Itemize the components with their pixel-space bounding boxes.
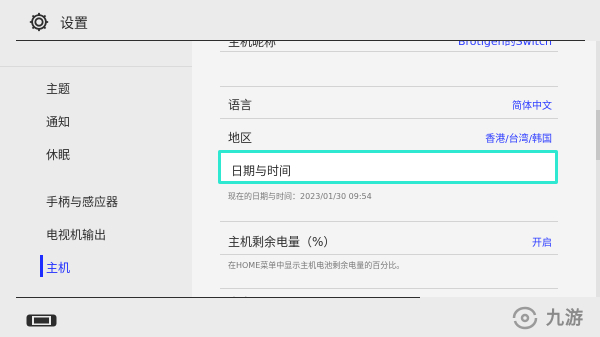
footer-bar: 九游 [0, 297, 600, 337]
nickname-label[interactable]: 主机昵称 [228, 41, 276, 50]
gear-icon [29, 12, 49, 32]
row-divider [220, 86, 558, 87]
main-panel: 主机昵称 Brotigen的Switch 语言 简体中文 地区 香港/台湾/韩国… [192, 41, 600, 297]
date-time-row[interactable]: 日期与时间 [218, 150, 558, 184]
row-divider [220, 254, 558, 255]
sidebar-item-amiibo[interactable]: amiibo [46, 41, 87, 43]
battery-percent-description: 在HOME菜单中显示主机电池剩余电量的百分比。 [228, 261, 405, 270]
sidebar-item-system[interactable]: 主机 [46, 259, 70, 276]
sidebar-item-controllers[interactable]: 手柄与感应器 [46, 193, 118, 210]
scrollbar[interactable] [596, 41, 600, 297]
row-divider [220, 288, 558, 289]
scrollbar-thumb[interactable] [596, 110, 600, 160]
date-time-description: 现在的日期与时间：2023/01/30 09:54 [228, 192, 372, 201]
switch-console-icon [26, 314, 57, 327]
battery-percent-label[interactable]: 主机剩余电量（%） [228, 233, 335, 250]
sidebar-item-sleep[interactable]: 休眠 [46, 146, 70, 163]
sidebar-item-notifications[interactable]: 通知 [46, 113, 70, 130]
region-value: 香港/台湾/韩国 [485, 134, 552, 145]
row-divider [220, 221, 558, 222]
date-time-label: 日期与时间 [231, 164, 292, 178]
sidebar-divider [0, 66, 192, 67]
sidebar: amiibo 主题 通知 休眠 手柄与感应器 电视机输出 主机 [0, 41, 192, 297]
row-divider [220, 118, 558, 119]
language-value: 简体中文 [512, 101, 552, 112]
nickname-value: Brotigen的Switch [457, 41, 552, 48]
row-divider [220, 51, 558, 52]
language-label[interactable]: 语言 [228, 96, 252, 113]
watermark-text: 九游 [546, 308, 584, 329]
page-title: 设置 [60, 16, 88, 32]
sidebar-item-theme[interactable]: 主题 [46, 80, 70, 97]
selection-indicator [40, 255, 43, 277]
battery-percent-value: 开启 [532, 238, 552, 249]
region-label[interactable]: 地区 [228, 129, 252, 146]
footer-divider [16, 297, 420, 298]
sidebar-item-tv-output[interactable]: 电视机输出 [46, 226, 106, 243]
header-bar: 设置 [0, 0, 600, 40]
